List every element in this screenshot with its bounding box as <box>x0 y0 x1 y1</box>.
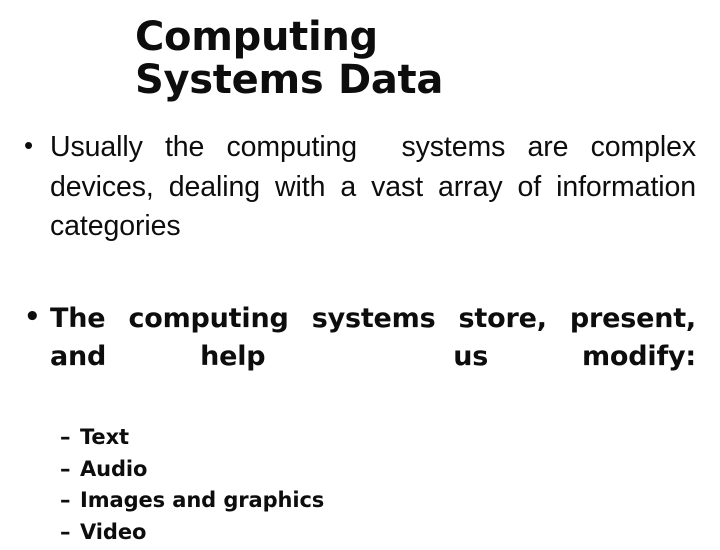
body-content: • Usually the computing systems are comp… <box>24 128 696 550</box>
sub-bullet-list: – Text – Audio – Images and graphics – V… <box>24 423 696 548</box>
list-item: – Text <box>24 423 696 453</box>
sub-bullet-label-audio: Audio <box>80 456 148 481</box>
bullet-point-icon: • <box>24 302 41 333</box>
dash-bullet-icon: – <box>60 520 71 545</box>
dash-bullet-icon: – <box>60 488 71 513</box>
list-item: – Video <box>24 518 696 548</box>
slide-canvas: Computing Systems Data • Usually the com… <box>0 0 720 544</box>
bullet-point-icon: • <box>24 130 34 160</box>
bullet-text-1: Usually the computing systems are comple… <box>50 131 712 243</box>
dash-bullet-icon: – <box>60 424 71 449</box>
sub-bullet-label-video: Video <box>80 520 147 545</box>
bullet-item-2: • The computing systems store, present, … <box>24 300 696 413</box>
sub-bullet-label-text: Text <box>80 424 129 449</box>
page-title: Computing Systems Data <box>135 14 444 104</box>
title-block: Computing Systems Data <box>135 14 555 104</box>
sub-bullet-label-images: Images and graphics <box>80 488 325 513</box>
list-item: – Audio <box>24 455 696 485</box>
list-item: – Images and graphics <box>24 486 696 516</box>
dash-bullet-icon: – <box>60 456 71 481</box>
bullet-text-2: The computing systems store, present, an… <box>50 303 706 373</box>
bullet-item-1: • Usually the computing systems are comp… <box>24 128 696 286</box>
